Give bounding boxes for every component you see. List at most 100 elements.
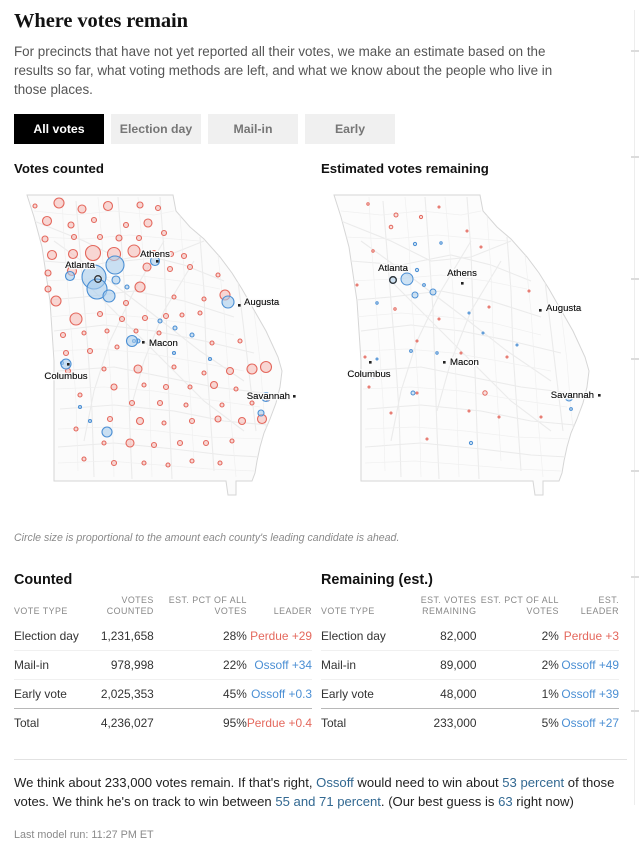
map-panel-votes-counted: Votes counted Atlanta Atlanta Athens Ath…	[14, 161, 312, 526]
link-ossoff[interactable]: Ossoff	[316, 775, 354, 790]
cell-pct: 2%	[541, 629, 559, 643]
table-header-row: VOTE TYPE EST. VOTES REMAINING EST. PCT …	[321, 591, 619, 622]
svg-text:Atlanta: Atlanta	[65, 260, 96, 271]
map-title-votes-remaining: Estimated votes remaining	[321, 161, 489, 176]
page-edge-divider	[634, 10, 635, 805]
edge-tick	[631, 156, 639, 158]
tab-early[interactable]: Early	[305, 114, 395, 144]
georgia-state-outline	[333, 194, 590, 496]
tab-mail-in[interactable]: Mail-in	[208, 114, 298, 144]
cell-pct: 22%	[153, 650, 247, 680]
table-row: Election day 1,231,658 28% Perdue +29	[14, 622, 312, 651]
cell-pct: 5%	[476, 708, 559, 737]
table-title-remaining: Remaining (est.)	[321, 572, 433, 588]
edge-tick	[631, 50, 639, 52]
table-title-counted: Counted	[14, 572, 73, 588]
remaining-table: VOTE TYPE EST. VOTES REMAINING EST. PCT …	[321, 591, 619, 737]
svg-text:Athens: Athens	[447, 268, 477, 279]
edge-tick	[631, 470, 639, 472]
svg-text:Savannah: Savannah	[247, 391, 290, 402]
summary-paragraph: We think about 233,000 votes remain. If …	[14, 759, 627, 811]
col-header-est-pct: EST. PCT OF ALL VOTES	[480, 595, 559, 616]
tab-all-votes[interactable]: All votes	[14, 114, 104, 144]
vote-type-tabs: All votes Election day Mail-in Early	[14, 114, 627, 144]
summary-text-1: We think about 233,000 votes remain. If …	[14, 775, 317, 790]
cell-votes: 233,000	[385, 708, 477, 737]
cell-votes: 89,000	[385, 650, 477, 680]
table-row: Election day 82,000 2% Perdue +3	[321, 622, 619, 651]
svg-text:Macon: Macon	[149, 338, 178, 349]
link-53-percent[interactable]: 53 percent	[502, 775, 564, 790]
col-header-vote-type: VOTE TYPE	[14, 606, 68, 616]
tables-container: Counted VOTE TYPE VOTES COUNTED EST. PCT…	[14, 572, 627, 737]
cell-votes: 2,025,353	[78, 679, 154, 709]
edge-tick	[631, 358, 639, 360]
cell-vote-type: Early vote	[14, 679, 79, 709]
cell-vote-type: Total	[14, 708, 79, 737]
summary-text-4: . (Our best guess is	[380, 794, 499, 809]
svg-text:Athens: Athens	[140, 249, 170, 260]
col-header-est-leader: EST. LEADER	[580, 595, 619, 616]
table-header-row: VOTE TYPE VOTES COUNTED EST. PCT OF ALL …	[14, 591, 312, 622]
cell-vote-type: Election day	[14, 629, 79, 643]
cell-vote-type: Mail-in	[14, 650, 79, 680]
page-root: Where votes remain For precincts that ha…	[0, 10, 641, 841]
cell-vote-type: Early vote	[321, 679, 386, 709]
cell-pct: 28%	[223, 629, 247, 643]
maps-container: Votes counted Atlanta Atlanta Athens Ath…	[14, 161, 627, 526]
col-header-leader: LEADER	[273, 606, 312, 616]
table-row: Mail-in 89,000 2% Ossoff +49	[321, 650, 619, 680]
svg-text:Columbus: Columbus	[347, 369, 390, 380]
cell-votes: 48,000	[385, 679, 477, 709]
last-model-run: Last model run: 11:27 PM ET	[14, 829, 154, 841]
summary-text-5: right now)	[512, 794, 574, 809]
table-row-total: Total 233,000 5% Ossoff +27	[321, 708, 619, 737]
edge-tick	[631, 278, 639, 280]
counted-table: VOTE TYPE VOTES COUNTED EST. PCT OF ALL …	[14, 591, 312, 737]
svg-text:Savannah: Savannah	[551, 390, 594, 401]
table-row: Mail-in 978,998 22% Ossoff +34	[14, 650, 312, 680]
page-title: Where votes remain	[14, 10, 188, 32]
cell-vote-type: Mail-in	[321, 650, 386, 680]
cell-pct: 45%	[153, 679, 247, 709]
table-row-total: Total 4,236,027 95% Perdue +0.4	[14, 708, 312, 737]
cell-vote-type: Total	[321, 708, 386, 737]
cell-votes: 978,998	[78, 650, 154, 680]
intro-paragraph: For precincts that have not yet reported…	[14, 44, 553, 97]
link-55-71-percent[interactable]: 55 and 71 percent	[275, 794, 381, 809]
col-header-vote-type: VOTE TYPE	[321, 606, 375, 616]
cell-pct: 2%	[476, 650, 559, 680]
cell-leader: Perdue +3	[563, 629, 619, 643]
cell-pct: 1%	[476, 679, 559, 709]
table-row: Early vote 2,025,353 45% Ossoff +0.3	[14, 679, 312, 709]
svg-text:Macon: Macon	[450, 357, 479, 368]
map-panel-votes-remaining: Estimated votes remaining Atlanta Atlant…	[321, 161, 619, 526]
georgia-map-votes-counted[interactable]: Atlanta Atlanta Athens Athens Augusta Au…	[14, 181, 312, 526]
table-panel-remaining: Remaining (est.) VOTE TYPE EST. VOTES RE…	[321, 572, 619, 737]
table-panel-counted: Counted VOTE TYPE VOTES COUNTED EST. PCT…	[14, 572, 312, 737]
summary-text-2: would need to win about	[353, 775, 503, 790]
cell-leader: Ossoff +34	[246, 650, 312, 680]
edge-tick	[631, 576, 639, 578]
georgia-map-votes-remaining[interactable]: Atlanta Atlanta Athens Athens Augusta Au…	[321, 181, 619, 526]
col-header-votes-counted: VOTES COUNTED	[106, 595, 154, 616]
cell-votes: 82,000	[440, 629, 477, 643]
svg-text:Columbus: Columbus	[44, 371, 87, 382]
col-header-est-pct: EST. PCT OF ALL VOTES	[168, 595, 247, 616]
edge-tick	[631, 710, 639, 712]
cell-vote-type: Election day	[321, 629, 386, 643]
cell-votes: 4,236,027	[78, 708, 154, 737]
cell-leader: Perdue +0.4	[246, 708, 312, 737]
tab-election-day[interactable]: Election day	[111, 114, 201, 144]
link-63[interactable]: 63	[498, 794, 513, 809]
cell-leader: Ossoff +0.3	[246, 679, 312, 709]
table-row: Early vote 48,000 1% Ossoff +39	[321, 679, 619, 709]
map-caption: Circle size is proportional to the amoun…	[14, 532, 400, 544]
cell-pct: 95%	[153, 708, 247, 737]
map-title-votes-counted: Votes counted	[14, 161, 104, 176]
cell-leader: Ossoff +27	[558, 708, 619, 737]
cell-leader: Ossoff +39	[558, 679, 619, 709]
cell-leader: Ossoff +49	[558, 650, 619, 680]
svg-text:Augusta: Augusta	[546, 303, 582, 314]
svg-text:Augusta: Augusta	[244, 297, 280, 308]
